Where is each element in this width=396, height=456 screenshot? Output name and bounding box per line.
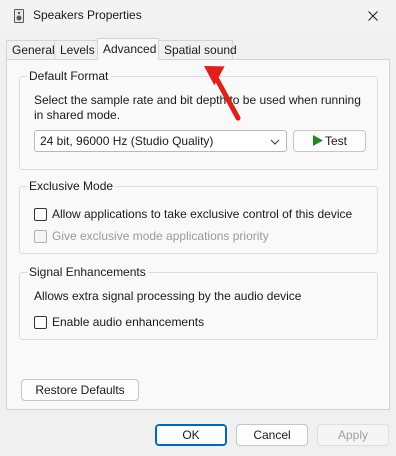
tab-advanced[interactable]: Advanced: [97, 38, 159, 60]
exclusive-priority-checkbox: [34, 229, 47, 243]
signal-enhancements-group: Signal Enhancements Allows extra signal …: [19, 265, 378, 340]
selected-format: 24 bit, 96000 Hz (Studio Quality): [40, 134, 214, 148]
test-button[interactable]: Test: [293, 130, 366, 152]
enable-enhancements-option[interactable]: Enable audio enhancements: [34, 315, 204, 329]
play-icon: [312, 135, 323, 146]
tab-strip: General Levels Advanced Spatial sound: [6, 38, 390, 60]
allow-exclusive-control-option[interactable]: Allow applications to take exclusive con…: [34, 207, 352, 221]
tab-levels[interactable]: Levels: [54, 40, 98, 59]
chevron-down-icon: [270, 139, 280, 145]
exclusive-priority-label: Give exclusive mode applications priorit…: [52, 229, 269, 243]
advanced-panel: Default Format Select the sample rate an…: [6, 59, 390, 410]
default-format-select[interactable]: 24 bit, 96000 Hz (Studio Quality): [34, 130, 287, 152]
tab-general[interactable]: General: [6, 40, 55, 59]
close-icon: [368, 11, 378, 21]
enable-enhancements-checkbox[interactable]: [34, 315, 47, 329]
exclusive-priority-option: Give exclusive mode applications priorit…: [34, 229, 269, 243]
allow-exclusive-control-checkbox[interactable]: [34, 207, 47, 221]
title-bar[interactable]: Speakers Properties: [0, 0, 396, 32]
default-format-title: Default Format: [27, 69, 111, 83]
close-button[interactable]: [350, 0, 396, 32]
signal-enhancements-description: Allows extra signal processing by the au…: [34, 289, 302, 303]
enable-enhancements-label: Enable audio enhancements: [52, 315, 205, 329]
allow-exclusive-control-label: Allow applications to take exclusive con…: [52, 207, 353, 221]
speakers-properties-window: Speakers Properties General Levels Advan…: [0, 0, 396, 456]
default-format-group: Default Format Select the sample rate an…: [19, 69, 378, 170]
restore-defaults-button[interactable]: Restore Defaults: [21, 379, 139, 401]
exclusive-mode-title: Exclusive Mode: [27, 179, 116, 193]
signal-enhancements-title: Signal Enhancements: [27, 265, 148, 279]
speaker-icon: [14, 9, 24, 23]
cancel-button[interactable]: Cancel: [236, 424, 308, 446]
exclusive-mode-group: Exclusive Mode Allow applications to tak…: [19, 179, 378, 254]
ok-button[interactable]: OK: [155, 424, 227, 446]
annotation-arrow-icon: [204, 65, 241, 121]
apply-button[interactable]: Apply: [317, 424, 389, 446]
window-title: Speakers Properties: [33, 8, 142, 22]
